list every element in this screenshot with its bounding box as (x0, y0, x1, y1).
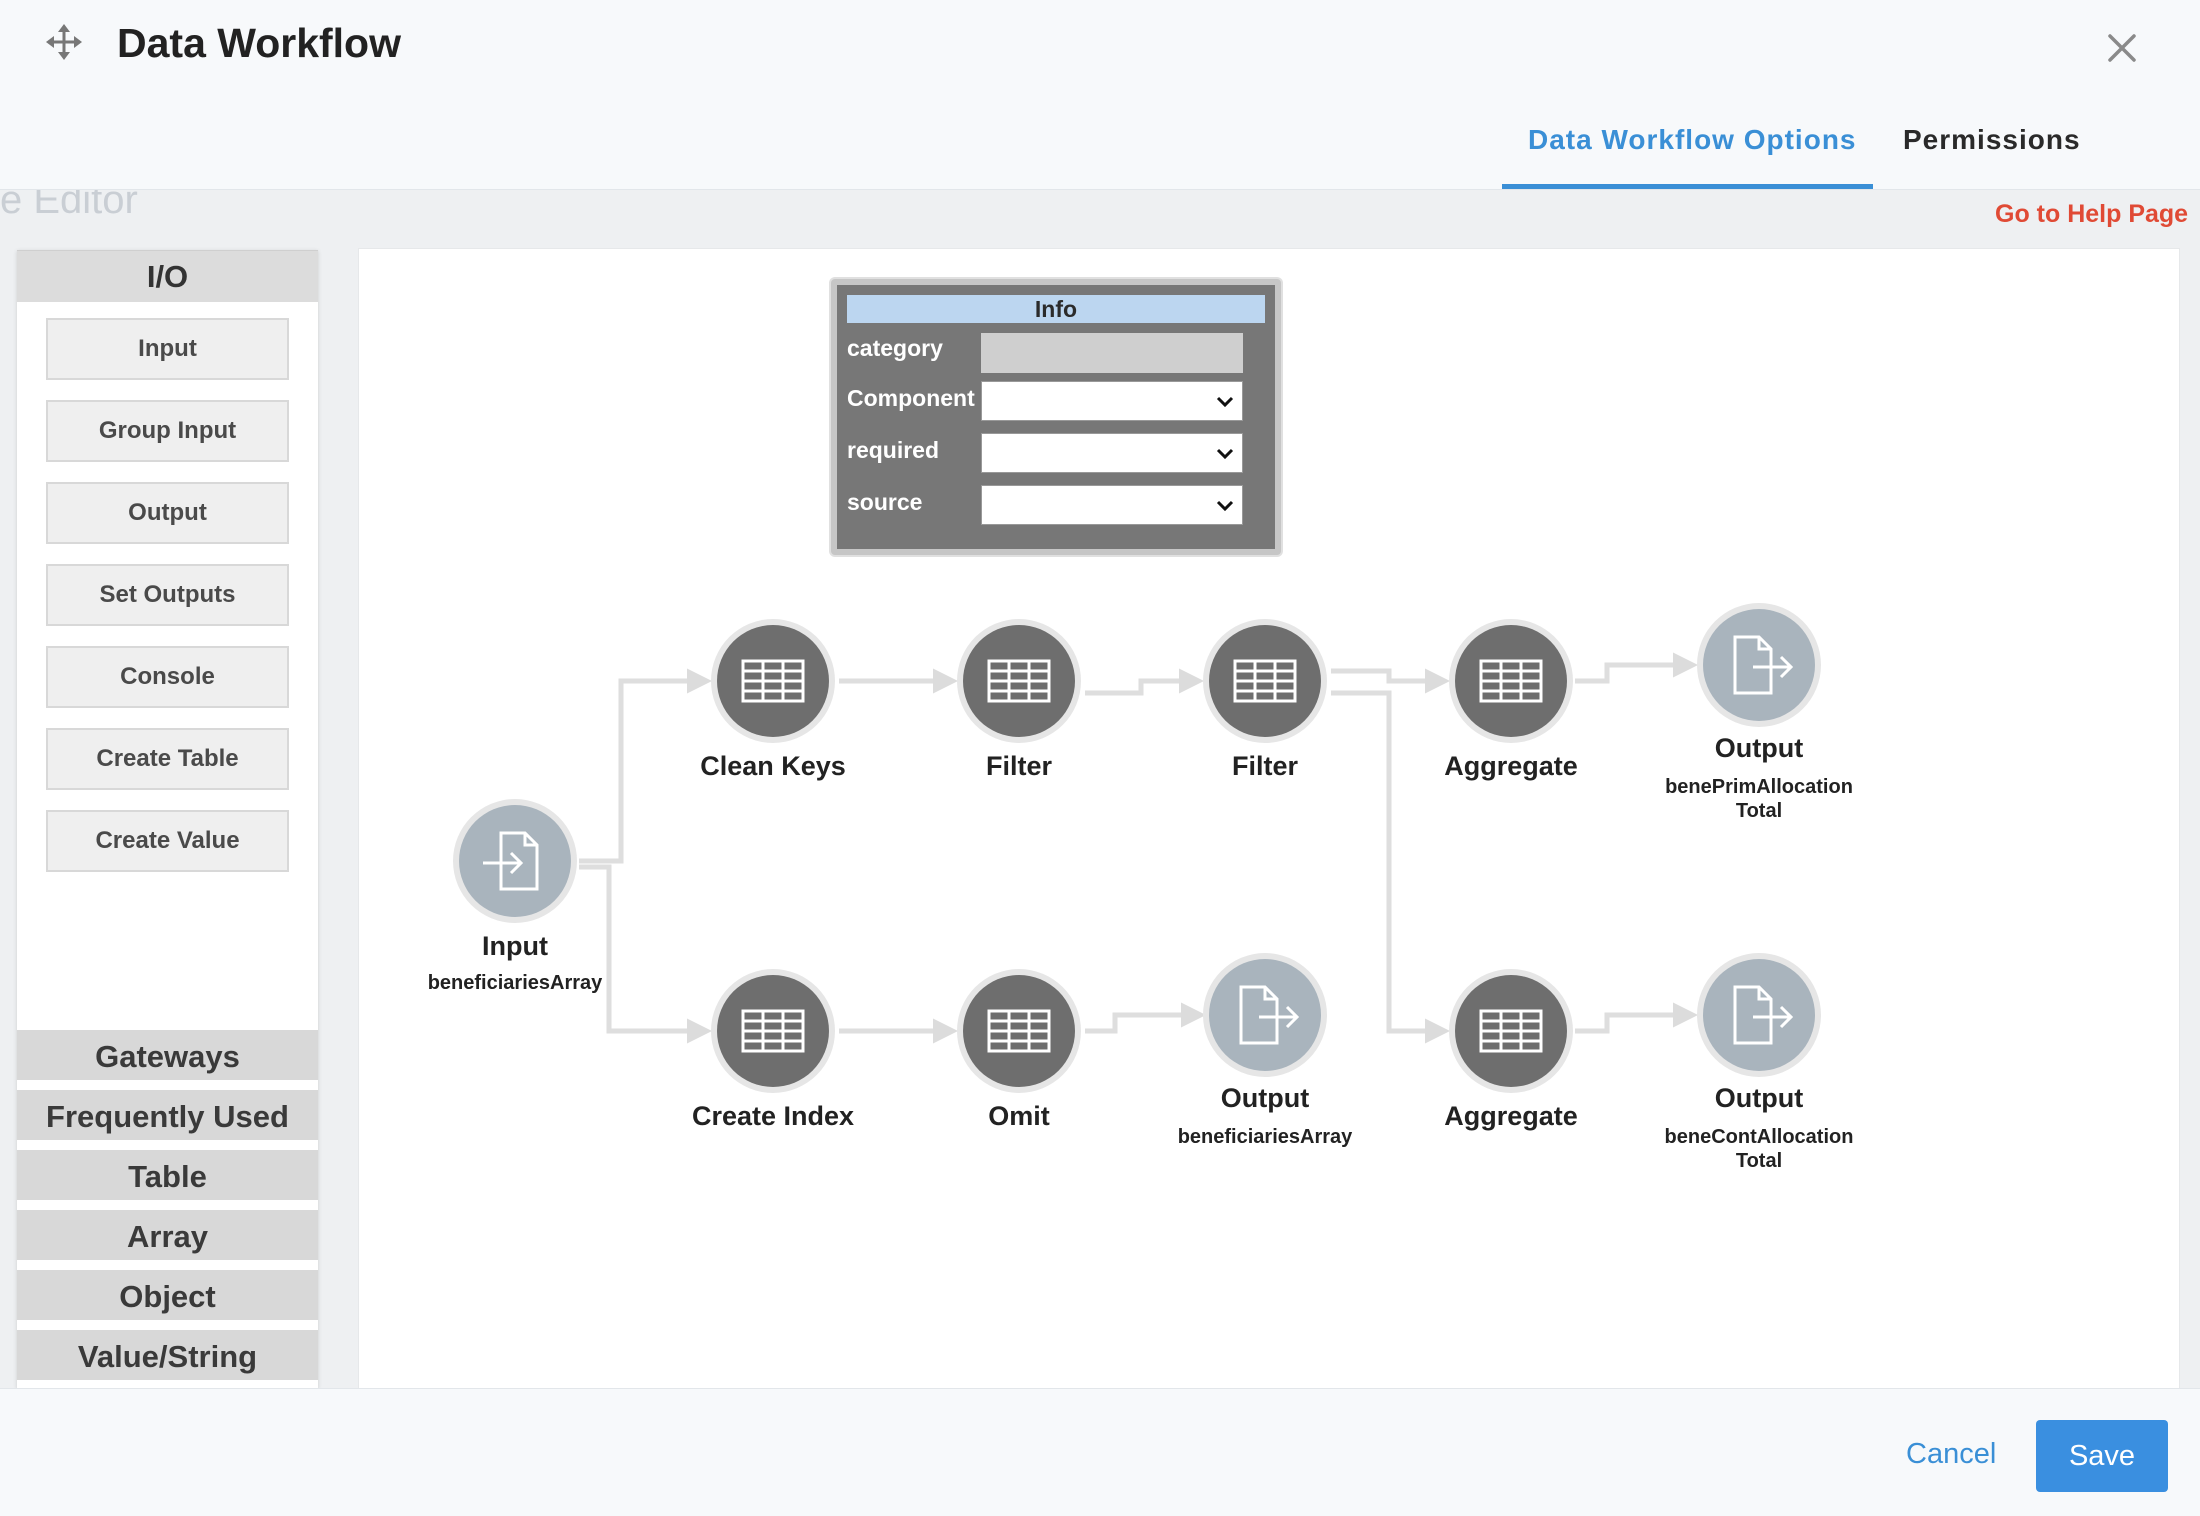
node-label: Output (1220, 1083, 1310, 1113)
palette-header-io[interactable]: I/O (17, 250, 318, 302)
save-button[interactable]: Save (2036, 1420, 2168, 1492)
info-label-category: category (847, 335, 943, 361)
tab-data-workflow-options[interactable]: Data Workflow Options (1528, 124, 1857, 156)
workflow-node-input[interactable] (451, 797, 579, 925)
workflow-node-filter-2[interactable] (1201, 617, 1329, 745)
modal-footer (0, 1388, 2200, 1516)
node-sublabel: benePrimAllocationTotal (1665, 776, 1853, 822)
chevron-down-icon (1216, 500, 1234, 512)
node-label: Create Index (691, 1101, 855, 1131)
node-label: Aggregate (1444, 751, 1578, 781)
chevron-down-icon (1216, 448, 1234, 460)
palette-category-array[interactable]: Array (17, 1206, 318, 1260)
move-icon[interactable] (44, 22, 84, 62)
info-panel-title: Info (847, 295, 1265, 323)
active-tab-indicator (1502, 184, 1873, 189)
workflow-node-create-index[interactable] (709, 967, 837, 1095)
link-filter-aggregate (1331, 668, 1450, 694)
palette-item-console[interactable]: Console (46, 646, 289, 708)
info-label-required: required (847, 437, 940, 463)
palette-category-table[interactable]: Table (17, 1146, 318, 1200)
workflow-node-aggregate[interactable] (1447, 617, 1575, 745)
workflow-node-omit[interactable] (955, 967, 1083, 1095)
info-label-component: Component (847, 385, 975, 411)
modal-header: Data Workflow Data Workflow Options Perm… (0, 0, 2200, 190)
node-sublabel: beneficiariesArray (427, 972, 603, 994)
node-sublabel: beneficiariesArray (1177, 1126, 1353, 1148)
link-omit-output (1085, 1002, 1206, 1034)
palette-category-gateways[interactable]: Gateways (17, 1026, 318, 1080)
info-panel: Info category Component required source (831, 279, 1281, 555)
chevron-down-icon (1216, 396, 1234, 408)
palette-item-output[interactable]: Output (46, 482, 289, 544)
link-filter-aggregate-2 (1331, 690, 1450, 1044)
source-select[interactable] (981, 485, 1243, 525)
node-label: Clean Keys (700, 751, 846, 781)
palette-item-create-value[interactable]: Create Value (46, 810, 289, 872)
component-select[interactable] (981, 381, 1243, 421)
help-page-link[interactable]: Go to Help Page (1995, 200, 2188, 229)
required-select[interactable] (981, 433, 1243, 473)
info-label-source: source (847, 489, 923, 515)
palette-item-set-outputs[interactable]: Set Outputs (46, 564, 289, 626)
node-label: Omit (988, 1101, 1050, 1131)
link-aggregate-output (1575, 652, 1698, 684)
node-label: Input (482, 931, 548, 961)
modal-title: Data Workflow (117, 20, 401, 66)
node-label: Output (1714, 1083, 1804, 1113)
component-palette: I/O Input Group Input Output Set Outputs… (17, 250, 318, 1388)
palette-category-frequently-used[interactable]: Frequently Used (17, 1086, 318, 1140)
workflow-canvas[interactable]: Info category Component required source … (358, 248, 2180, 1390)
node-label: Output (1714, 733, 1804, 763)
cancel-button[interactable]: Cancel (1906, 1438, 1996, 1471)
workflow-node-clean-keys[interactable] (709, 617, 837, 745)
node-label: Aggregate (1444, 1101, 1578, 1131)
palette-item-create-table[interactable]: Create Table (46, 728, 289, 790)
workflow-node-output[interactable] (1695, 601, 1823, 729)
tab-permissions[interactable]: Permissions (1903, 124, 2081, 156)
workflow-node-output-3[interactable] (1695, 951, 1823, 1079)
palette-category-object[interactable]: Object (17, 1266, 318, 1320)
workflow-node-aggregate-2[interactable] (1447, 967, 1575, 1095)
palette-category-value-string[interactable]: Value/String (17, 1326, 318, 1380)
node-label: Filter (985, 751, 1052, 781)
link-filter-filter (1085, 668, 1204, 696)
category-input[interactable] (981, 333, 1243, 373)
workflow-node-filter[interactable] (955, 617, 1083, 745)
node-label: Filter (1231, 751, 1298, 781)
node-sublabel: beneContAllocationTotal (1664, 1126, 1854, 1172)
workflow-node-output-2[interactable] (1201, 951, 1329, 1079)
close-icon[interactable] (2104, 30, 2140, 66)
palette-item-group-input[interactable]: Group Input (46, 400, 289, 462)
palette-item-input[interactable]: Input (46, 318, 289, 380)
link-aggregate-output-2 (1575, 1002, 1698, 1034)
